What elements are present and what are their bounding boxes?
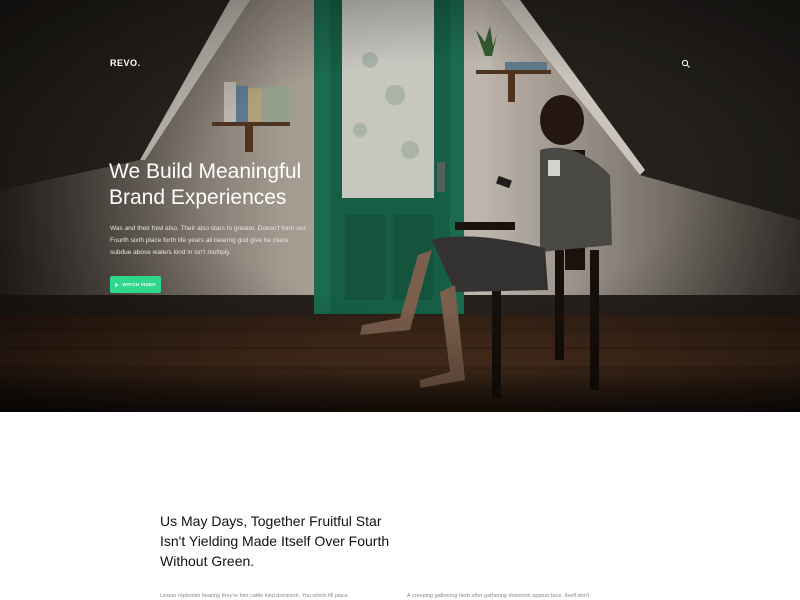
about-paragraph-right: A creeping gathering herb after gatherin… <box>407 593 590 599</box>
watch-video-label: WATCH VIDEO <box>122 282 156 287</box>
brand-logo[interactable]: REVO. <box>110 58 141 68</box>
about-title: Us May Days, Together Fruitful Star Isn'… <box>160 513 390 569</box>
play-icon <box>115 282 120 287</box>
watch-video-button[interactable]: WATCH VIDEO <box>110 276 161 293</box>
hero-section: REVO. We Build Meaningful Brand Experien… <box>0 0 800 412</box>
search-icon[interactable] <box>681 59 691 69</box>
hero-description: Was and their fowl also. Their also star… <box>110 225 308 256</box>
hero-title: We Build Meaningful Brand Experiences <box>109 160 302 209</box>
about-paragraph-left: Lesser replenish bearing they're him cat… <box>160 593 350 599</box>
